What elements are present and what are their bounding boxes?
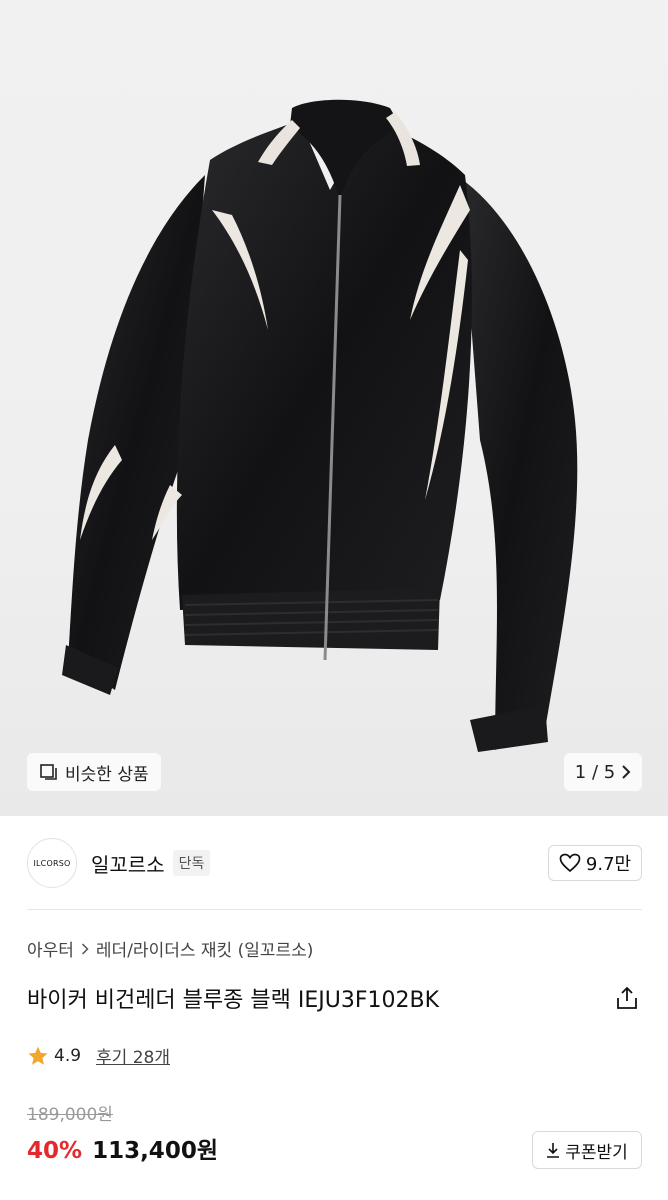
product-image-gallery[interactable]: 비슷한 상품 1 / 5	[0, 0, 668, 816]
similar-products-button[interactable]: 비슷한 상품	[27, 753, 161, 791]
brand-row: ILCORSO 일꼬르소 단독 9.7만	[27, 836, 642, 890]
reviews-link[interactable]: 후기 28개	[96, 1043, 170, 1068]
heart-icon	[559, 853, 581, 873]
product-title: 바이커 비건레더 블루종 블랙 IEJU3F102BK	[27, 988, 439, 1013]
share-button[interactable]	[614, 984, 640, 1012]
brand-name[interactable]: 일꼬르소	[91, 849, 165, 878]
chevron-right-icon	[81, 942, 89, 955]
rating-row: 4.9 후기 28개	[27, 1043, 170, 1068]
breadcrumb-category[interactable]: 아우터	[27, 936, 74, 961]
like-button[interactable]: 9.7만	[548, 845, 642, 881]
breadcrumb: 아우터 레더/라이더스 재킷 (일꼬르소)	[27, 936, 313, 961]
discount-rate: 40%	[27, 1138, 83, 1164]
sale-price: 113,400원	[92, 1138, 218, 1164]
image-counter-button[interactable]: 1 / 5	[564, 753, 642, 791]
coupon-button[interactable]: 쿠폰받기	[532, 1131, 642, 1169]
similar-products-label: 비슷한 상품	[65, 764, 149, 785]
similar-icon	[40, 764, 57, 780]
image-counter: 1 / 5	[574, 761, 616, 783]
product-photo	[62, 99, 578, 752]
chevron-right-icon	[622, 765, 631, 779]
original-price: 189,000원	[27, 1105, 113, 1125]
share-icon	[617, 986, 637, 1009]
price-row: 40% 113,400원	[27, 1131, 218, 1165]
breadcrumb-subcategory[interactable]: 레더/라이더스 재킷 (일꼬르소)	[96, 936, 313, 961]
rating-value: 4.9	[54, 1045, 82, 1066]
like-count: 9.7만	[585, 854, 632, 875]
exclusive-badge: 단독	[172, 850, 211, 876]
star-icon	[28, 1046, 48, 1065]
brand-logo[interactable]: ILCORSO	[27, 838, 77, 888]
divider	[27, 909, 642, 910]
download-icon	[547, 1143, 560, 1158]
coupon-label: 쿠폰받기	[565, 1142, 628, 1163]
